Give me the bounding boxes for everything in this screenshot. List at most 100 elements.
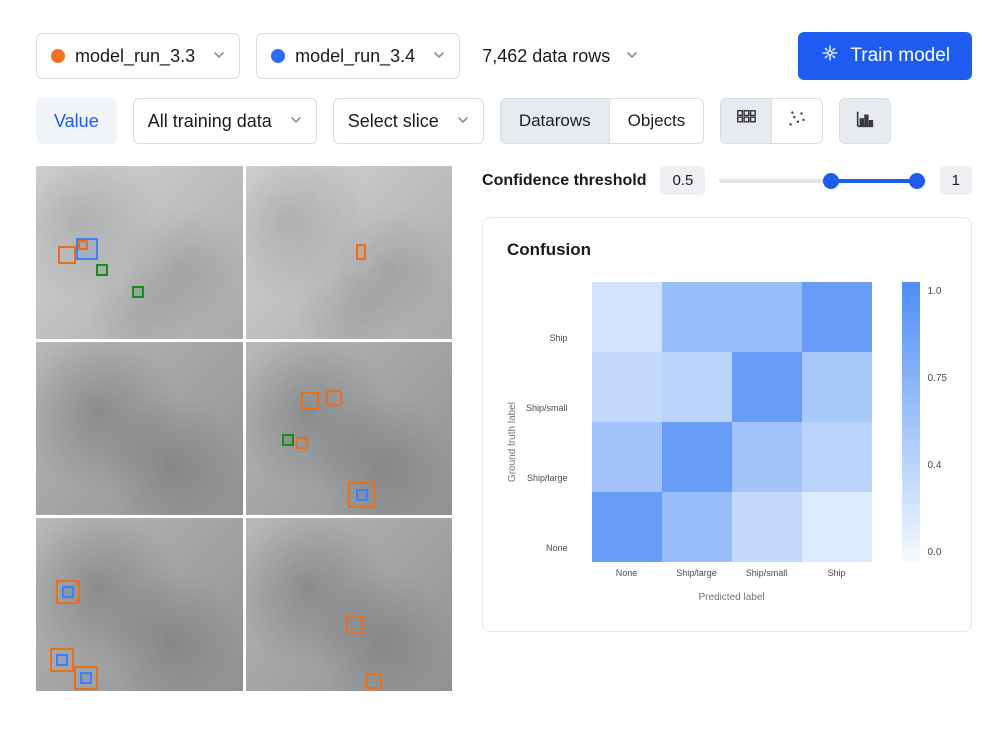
confusion-cell[interactable] xyxy=(592,422,662,492)
model-a-selector[interactable]: model_run_3.3 xyxy=(36,33,240,79)
value-tab-label: Value xyxy=(54,111,99,132)
model-b-color-dot xyxy=(271,49,285,63)
legend-tick-label: 0.4 xyxy=(928,460,947,471)
scatter-icon xyxy=(786,108,808,135)
training-data-filter[interactable]: All training data xyxy=(133,98,317,144)
data-rows-selector[interactable]: 7,462 data rows xyxy=(476,46,644,67)
chevron-down-icon xyxy=(290,113,302,129)
confusion-card: Confusion Ground truth label ShipShip/sm… xyxy=(482,217,972,632)
detection-bbox[interactable] xyxy=(356,489,368,501)
segment-datarows-label: Datarows xyxy=(519,111,591,131)
confusion-cell[interactable] xyxy=(802,492,872,562)
model-b-label: model_run_3.4 xyxy=(295,46,415,67)
image-grid xyxy=(36,166,452,691)
confusion-cell[interactable] xyxy=(732,492,802,562)
confusion-cell[interactable] xyxy=(802,352,872,422)
chevron-down-icon xyxy=(626,48,638,64)
layout-scatter[interactable] xyxy=(771,99,822,143)
ytick-label: Ship/small xyxy=(526,373,572,443)
model-a-label: model_run_3.3 xyxy=(75,46,195,67)
slice-filter[interactable]: Select slice xyxy=(333,98,484,144)
slice-filter-label: Select slice xyxy=(348,111,439,132)
confusion-cell[interactable] xyxy=(592,352,662,422)
model-b-selector[interactable]: model_run_3.4 xyxy=(256,33,460,79)
xtick-label: Ship/large xyxy=(662,568,732,578)
confusion-ylabel: Ground truth label xyxy=(507,402,518,482)
detection-bbox[interactable] xyxy=(132,286,144,298)
confusion-cell[interactable] xyxy=(662,282,732,352)
confusion-cell[interactable] xyxy=(802,282,872,352)
confusion-matrix xyxy=(592,282,872,562)
confusion-cell[interactable] xyxy=(732,422,802,492)
training-data-filter-label: All training data xyxy=(148,111,272,132)
train-model-label: Train model xyxy=(850,45,950,67)
legend-tick-label: 1.0 xyxy=(928,286,947,297)
detection-bbox[interactable] xyxy=(366,673,382,689)
xtick-label: Ship xyxy=(802,568,872,578)
segment-objects-label: Objects xyxy=(628,111,686,131)
detection-bbox[interactable] xyxy=(80,672,92,684)
image-tile[interactable] xyxy=(36,166,243,339)
image-tile[interactable] xyxy=(36,518,243,691)
confusion-xlabel: Predicted label xyxy=(592,592,872,603)
ytick-label: Ship xyxy=(526,303,572,373)
sparkle-icon xyxy=(820,43,840,69)
xtick-label: None xyxy=(592,568,662,578)
detection-bbox[interactable] xyxy=(96,264,108,276)
detection-bbox[interactable] xyxy=(296,437,308,449)
threshold-slider[interactable] xyxy=(719,171,925,191)
ytick-label: None xyxy=(526,513,572,583)
detection-bbox[interactable] xyxy=(326,390,342,406)
confusion-xticks: NoneShip/largeShip/smallShip xyxy=(592,568,872,578)
chart-view-button[interactable] xyxy=(839,98,891,144)
detection-bbox[interactable] xyxy=(78,240,88,250)
threshold-min-value: 0.5 xyxy=(660,166,705,195)
confusion-title: Confusion xyxy=(507,240,947,260)
confusion-cell[interactable] xyxy=(592,282,662,352)
slider-fill xyxy=(831,179,918,183)
layout-mode-segment xyxy=(720,98,823,144)
confusion-cell[interactable] xyxy=(732,282,802,352)
value-tab[interactable]: Value xyxy=(36,98,117,144)
legend-colorbar xyxy=(902,282,920,562)
segment-objects[interactable]: Objects xyxy=(609,99,704,143)
detection-bbox[interactable] xyxy=(58,246,76,264)
data-rows-label: 7,462 data rows xyxy=(482,46,610,67)
confusion-legend: 1.00.750.40.0 xyxy=(902,282,947,603)
confidence-threshold-label: Confidence threshold xyxy=(482,172,646,190)
legend-tick-label: 0.0 xyxy=(928,547,947,558)
detection-bbox[interactable] xyxy=(56,654,68,666)
chevron-down-icon xyxy=(213,48,225,64)
confusion-cell[interactable] xyxy=(802,422,872,492)
view-mode-segment: Datarows Objects xyxy=(500,98,704,144)
detection-bbox[interactable] xyxy=(346,616,364,634)
image-tile[interactable] xyxy=(246,342,453,515)
image-tile[interactable] xyxy=(246,518,453,691)
confusion-cell[interactable] xyxy=(662,352,732,422)
chevron-down-icon xyxy=(457,113,469,129)
grid-icon xyxy=(735,108,757,135)
confusion-cell[interactable] xyxy=(592,492,662,562)
detection-bbox[interactable] xyxy=(62,586,74,598)
bar-chart-icon xyxy=(854,108,876,135)
train-model-button[interactable]: Train model xyxy=(798,32,972,80)
confusion-cell[interactable] xyxy=(732,352,802,422)
image-tile[interactable] xyxy=(36,342,243,515)
slider-thumb-high[interactable] xyxy=(909,173,925,189)
threshold-max-value: 1 xyxy=(940,166,972,195)
layout-grid[interactable] xyxy=(721,99,771,143)
detection-bbox[interactable] xyxy=(301,392,319,410)
confusion-cell[interactable] xyxy=(662,422,732,492)
detection-bbox[interactable] xyxy=(356,244,366,260)
slider-thumb-low[interactable] xyxy=(823,173,839,189)
confusion-cell[interactable] xyxy=(662,492,732,562)
chevron-down-icon xyxy=(433,48,445,64)
model-a-color-dot xyxy=(51,49,65,63)
ytick-label: Ship/large xyxy=(526,443,572,513)
legend-ticks: 1.00.750.40.0 xyxy=(928,282,947,562)
xtick-label: Ship/small xyxy=(732,568,802,578)
segment-datarows[interactable]: Datarows xyxy=(501,99,609,143)
confusion-yticks: ShipShip/smallShip/largeNone xyxy=(526,303,572,583)
detection-bbox[interactable] xyxy=(282,434,294,446)
image-tile[interactable] xyxy=(246,166,453,339)
